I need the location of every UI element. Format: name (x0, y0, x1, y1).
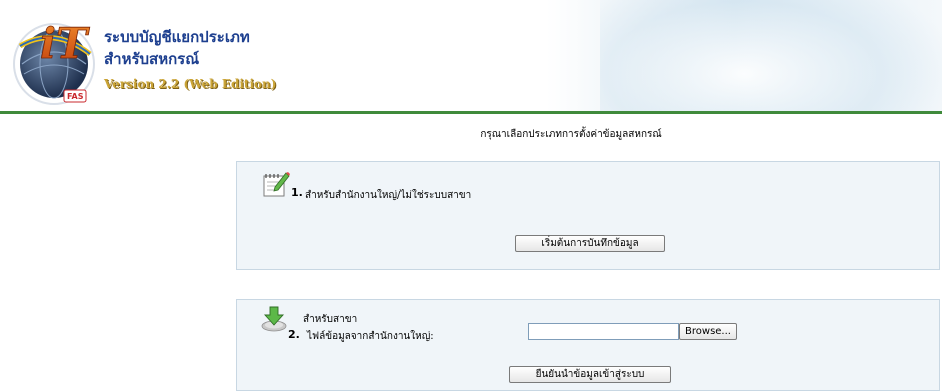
option1-label: สำหรับสำนักงานใหญ่/ไม่ใช่ระบบสาขา (305, 190, 472, 201)
header-divider (0, 111, 942, 114)
page-instruction: กรุณาเลือกประเภทการตั้งค่าข้อมูลสหกรณ์ (480, 129, 662, 140)
header-glow (600, 0, 942, 114)
file-path-input[interactable] (528, 323, 679, 340)
option1-number: 1. (291, 186, 303, 199)
app-header: iT FAS ระบบบัญชีแยกประเภท สำหรับสหกรณ์ V… (0, 0, 942, 114)
option-panel-branch: 2. สำหรับสาขา ไฟล์ข้อมูลจากสำนักงานใหญ่:… (236, 299, 940, 391)
app-title-block: ระบบบัญชีแยกประเภท สำหรับสหกรณ์ Version … (104, 26, 276, 94)
option2-file-label: ไฟล์ข้อมูลจากสำนักงานใหญ่: (307, 331, 434, 342)
app-title-line1: ระบบบัญชีแยกประเภท (104, 28, 250, 46)
app-version: Version 2.2 (Web Edition) (104, 77, 277, 91)
it-logo: iT FAS (13, 19, 95, 105)
svg-text:FAS: FAS (67, 92, 84, 101)
svg-text:iT: iT (40, 19, 90, 68)
option2-title: สำหรับสาขา (303, 314, 358, 325)
pencil-notepad-icon (263, 172, 290, 197)
option-panel-headquarters: 1. สำหรับสำนักงานใหญ่/ไม่ใช่ระบบสาขา เริ… (236, 161, 940, 270)
download-arrow-icon (261, 306, 287, 332)
confirm-import-button[interactable]: ยืนยันนำข้อมูลเข้าสู่ระบบ (509, 366, 671, 383)
option2-number: 2. (288, 328, 300, 341)
start-entry-button[interactable]: เริ่มต้นการบันทึกข้อมูล (515, 235, 665, 252)
app-title-line2: สำหรับสหกรณ์ (104, 50, 200, 68)
browse-button[interactable]: Browse... (679, 323, 737, 340)
